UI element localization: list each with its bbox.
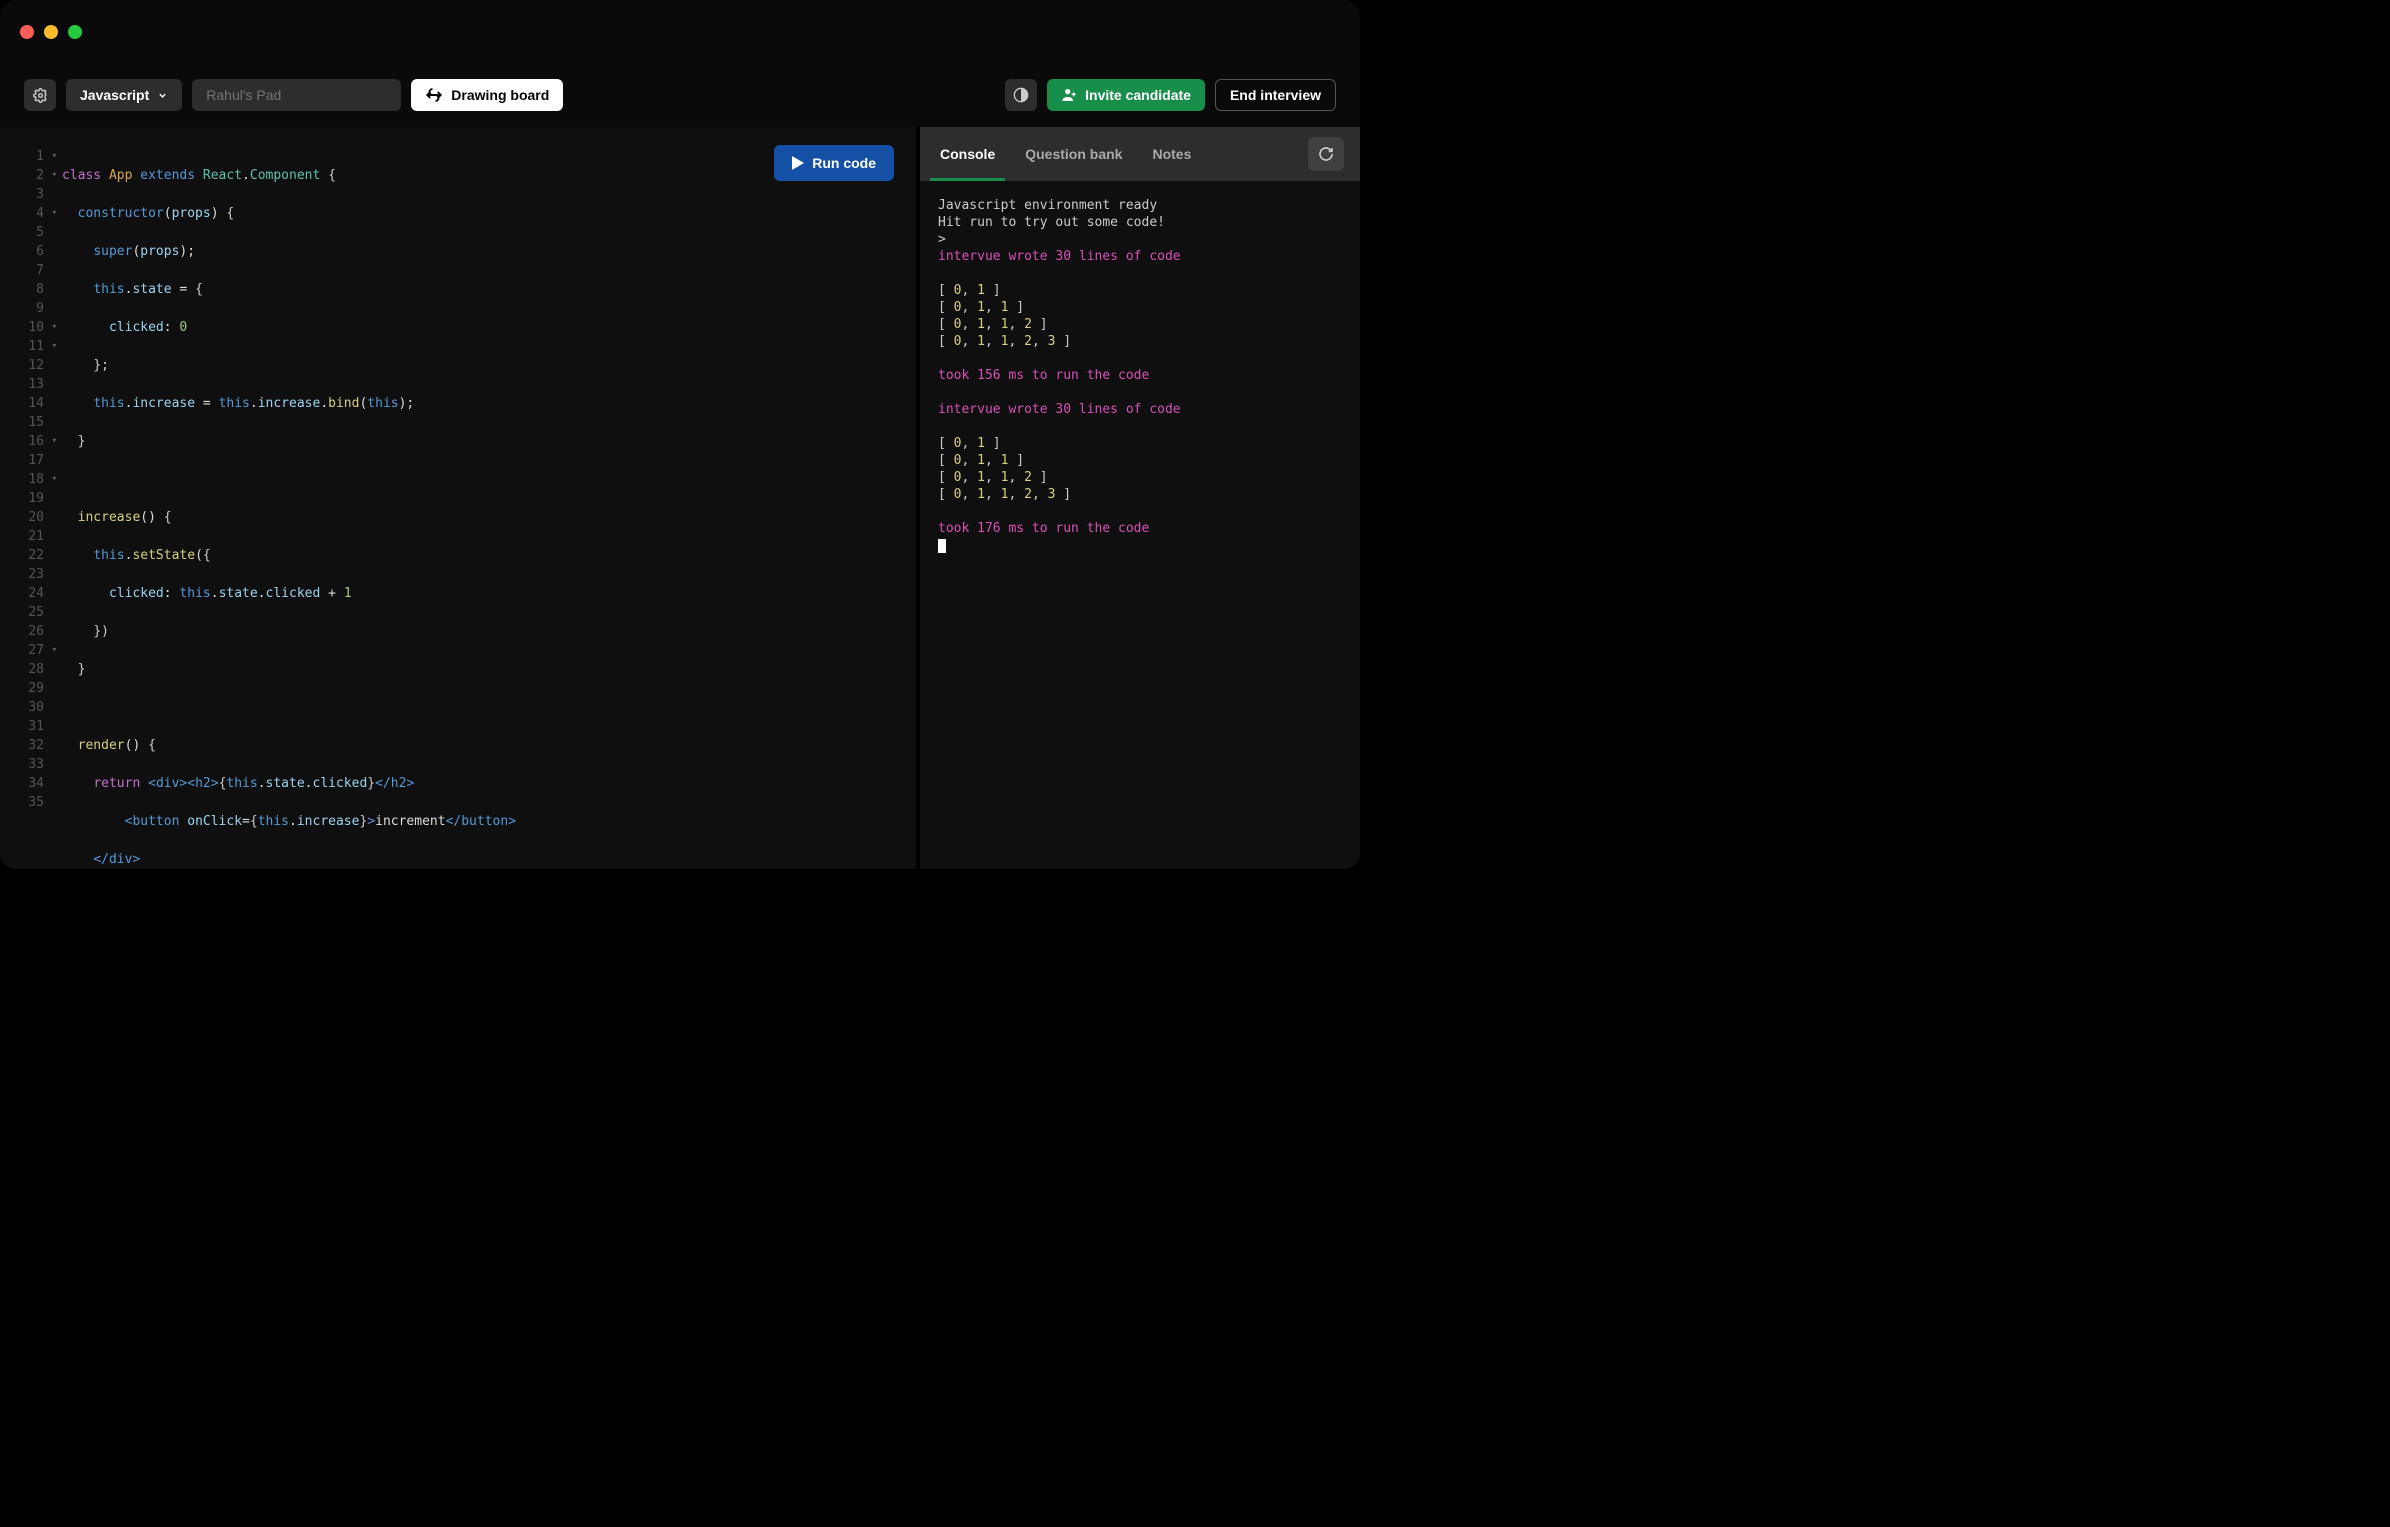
person-add-icon <box>1061 87 1077 103</box>
play-icon <box>792 156 804 170</box>
output-tabs: Console Question bank Notes <box>920 127 1360 181</box>
editor-pane: 1234567891011121314151617181920212223242… <box>0 127 916 869</box>
line-gutter: 1234567891011121314151617181920212223242… <box>0 127 48 869</box>
language-selector[interactable]: Javascript <box>66 79 182 111</box>
settings-button[interactable] <box>24 79 56 111</box>
titlebar <box>0 0 1360 63</box>
chevron-down-icon <box>157 90 168 101</box>
end-label: End interview <box>1230 87 1321 103</box>
tab-notes[interactable]: Notes <box>1148 127 1195 181</box>
run-label: Run code <box>812 155 876 171</box>
language-label: Javascript <box>80 87 149 103</box>
invite-label: Invite candidate <box>1085 87 1191 103</box>
toolbar: Javascript Drawing board Invite candidat… <box>0 63 1360 127</box>
drawing-board-label: Drawing board <box>451 87 549 103</box>
drawing-board-button[interactable]: Drawing board <box>411 79 563 111</box>
theme-toggle[interactable] <box>1005 79 1037 111</box>
minimize-traffic-light[interactable] <box>44 25 58 39</box>
contrast-icon <box>1013 87 1029 103</box>
end-interview-button[interactable]: End interview <box>1215 79 1336 111</box>
refresh-icon <box>1318 146 1334 162</box>
close-traffic-light[interactable] <box>20 25 34 39</box>
tab-console[interactable]: Console <box>936 127 999 181</box>
tab-question-bank[interactable]: Question bank <box>1021 127 1126 181</box>
pad-name-input[interactable] <box>192 79 401 111</box>
gear-icon <box>33 88 48 103</box>
swap-icon <box>425 86 443 104</box>
run-code-button[interactable]: Run code <box>774 145 894 181</box>
refresh-button[interactable] <box>1308 137 1344 171</box>
output-pane: Console Question bank Notes Javascript e… <box>916 127 1360 869</box>
maximize-traffic-light[interactable] <box>68 25 82 39</box>
code-editor[interactable]: class App extends React.Component { cons… <box>48 127 916 869</box>
console-output[interactable]: Javascript environment ready Hit run to … <box>920 181 1360 869</box>
invite-candidate-button[interactable]: Invite candidate <box>1047 79 1205 111</box>
